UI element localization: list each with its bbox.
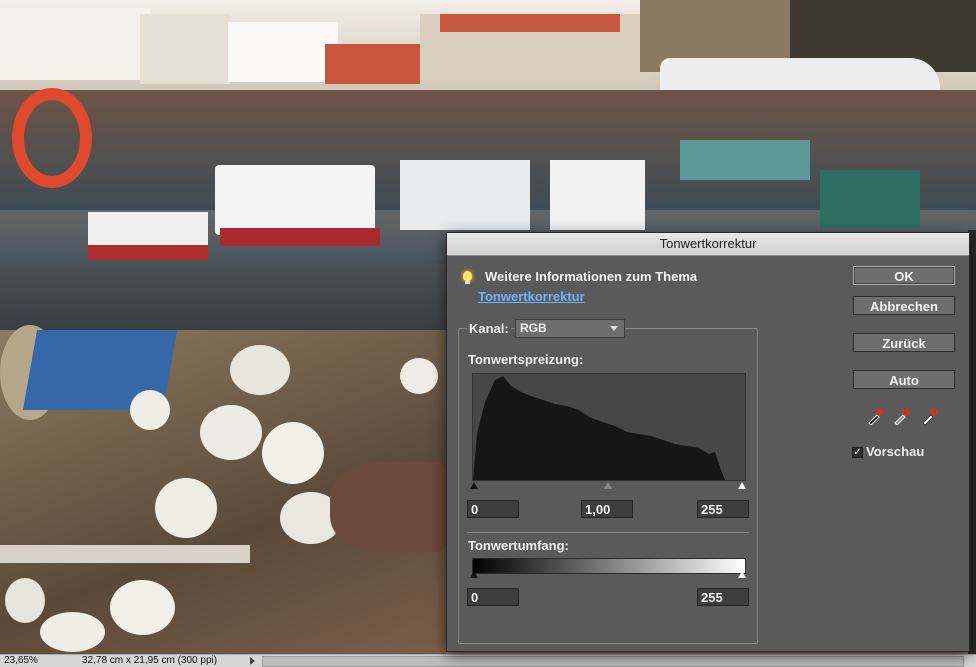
input-white-field[interactable]: 255 [697,500,749,518]
zoom-level[interactable]: 23,65% [4,655,56,667]
white-eyedropper-icon[interactable] [921,407,939,425]
horizontal-scrollbar[interactable] [262,656,964,667]
input-black-slider[interactable] [470,482,478,489]
output-black-slider[interactable] [470,571,478,578]
document-size: 32,78 cm x 21,95 cm (300 ppi) [82,655,218,666]
input-white-slider[interactable] [738,482,746,489]
input-gamma-slider[interactable] [604,482,612,489]
channel-label: Kanal: [467,321,511,336]
divider [467,532,749,533]
back-button[interactable]: Zurück [853,333,955,352]
histogram [472,373,746,481]
gray-eyedropper-icon[interactable] [893,407,911,425]
output-gradient [472,558,746,574]
output-white-slider[interactable] [738,571,746,578]
input-gamma-field[interactable]: 1,00 [581,500,633,518]
channel-select[interactable]: RGB [515,319,625,338]
input-black-field[interactable]: 0 [467,500,519,518]
dialog-title: Tonwertkorrektur [447,233,969,256]
output-levels-label: Tonwertumfang: [468,538,569,553]
preview-label: Vorschau [866,444,925,459]
output-black-field[interactable]: 0 [467,588,519,606]
input-levels-label: Tonwertspreizung: [468,352,584,367]
auto-button[interactable]: Auto [853,370,955,389]
status-bar: 23,65% 32,78 cm x 21,95 cm (300 ppi) [0,654,976,667]
histogram-curve [473,376,725,480]
ok-button[interactable]: OK [853,266,955,285]
info-title: Weitere Informationen zum Thema [485,269,698,284]
channel-value: RGB [520,321,547,335]
black-eyedropper-icon[interactable] [867,407,885,425]
levels-dialog: Tonwertkorrektur Weitere Informationen z… [446,232,970,652]
output-white-field[interactable]: 255 [697,588,749,606]
lightbulb-icon [463,271,472,284]
preview-checkbox[interactable]: ✓ [852,447,863,458]
chevron-down-icon [610,326,618,331]
help-link[interactable]: Tonwertkorrektur [478,289,585,304]
cancel-button[interactable]: Abbrechen [853,296,955,315]
status-menu-arrow-icon[interactable] [250,657,255,665]
